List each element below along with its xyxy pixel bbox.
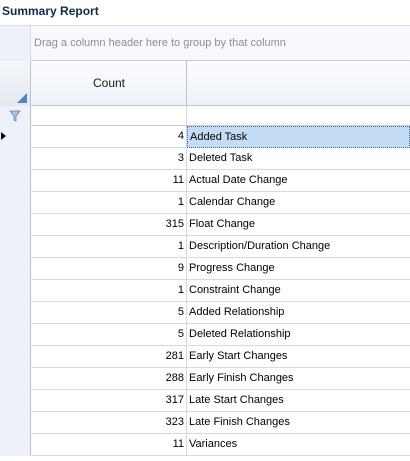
row-indicator[interactable]	[0, 324, 31, 346]
table-row[interactable]: 1 Description/Duration Change	[0, 236, 410, 258]
table-row[interactable]: 315 Float Change	[0, 214, 410, 236]
column-header-row: Count	[0, 61, 410, 106]
row-indicator[interactable]	[0, 434, 31, 456]
table-row[interactable]: 1 Constraint Change	[0, 280, 410, 302]
count-cell[interactable]: 5	[31, 324, 187, 346]
report-title: Summary Report	[2, 4, 99, 18]
count-cell[interactable]: 9	[31, 258, 187, 280]
filter-cell-description[interactable]	[187, 106, 410, 126]
column-header-description[interactable]	[187, 61, 410, 106]
count-cell[interactable]: 1	[31, 192, 187, 214]
count-cell[interactable]: 323	[31, 412, 187, 434]
description-cell[interactable]: Late Finish Changes	[187, 412, 410, 434]
current-row-arrow-icon	[1, 132, 6, 140]
count-cell[interactable]: 5	[31, 302, 187, 324]
table-row[interactable]: 4 Added Task	[0, 126, 410, 148]
count-cell[interactable]: 281	[31, 346, 187, 368]
filter-icon[interactable]	[9, 110, 21, 122]
description-cell[interactable]: Deleted Task	[187, 148, 410, 170]
description-cell[interactable]: Added Relationship	[187, 302, 410, 324]
count-cell[interactable]: 315	[31, 214, 187, 236]
description-cell[interactable]: Deleted Relationship	[187, 324, 410, 346]
group-by-panel[interactable]: Drag a column header here to group by th…	[0, 26, 410, 61]
filter-row	[0, 106, 410, 126]
row-indicator[interactable]	[0, 170, 31, 192]
description-cell[interactable]: Float Change	[187, 214, 410, 236]
row-indicator[interactable]	[0, 214, 31, 236]
description-cell[interactable]: Added Task	[187, 126, 410, 148]
group-panel-indicator	[0, 26, 31, 61]
column-header-count[interactable]: Count	[31, 61, 187, 106]
table-row[interactable]: 3 Deleted Task	[0, 148, 410, 170]
description-cell[interactable]: Constraint Change	[187, 280, 410, 302]
filter-row-indicator	[0, 106, 31, 126]
table-row[interactable]: 5 Deleted Relationship	[0, 324, 410, 346]
table-row[interactable]: 5 Added Relationship	[0, 302, 410, 324]
filter-cell-count[interactable]	[31, 106, 187, 126]
description-cell[interactable]: Late Start Changes	[187, 390, 410, 412]
count-cell[interactable]: 11	[31, 170, 187, 192]
row-indicator[interactable]	[0, 148, 31, 170]
count-cell[interactable]: 1	[31, 280, 187, 302]
description-cell[interactable]: Description/Duration Change	[187, 236, 410, 258]
column-header-count-label: Count	[92, 76, 126, 90]
row-indicator[interactable]	[0, 368, 31, 390]
description-cell[interactable]: Variances	[187, 434, 410, 456]
select-all-corner[interactable]	[0, 61, 31, 106]
count-cell[interactable]: 317	[31, 390, 187, 412]
row-indicator[interactable]	[0, 390, 31, 412]
count-cell[interactable]: 11	[31, 434, 187, 456]
row-indicator[interactable]	[0, 412, 31, 434]
table-row[interactable]: 11 Actual Date Change	[0, 170, 410, 192]
row-indicator[interactable]	[0, 280, 31, 302]
table-row[interactable]: 317 Late Start Changes	[0, 390, 410, 412]
description-cell[interactable]: Progress Change	[187, 258, 410, 280]
table-row[interactable]: 9 Progress Change	[0, 258, 410, 280]
description-cell[interactable]: Actual Date Change	[187, 170, 410, 192]
table-row[interactable]: 288 Early Finish Changes	[0, 368, 410, 390]
row-indicator[interactable]	[0, 236, 31, 258]
row-indicator[interactable]	[0, 192, 31, 214]
row-indicator[interactable]	[0, 302, 31, 324]
table-row[interactable]: 323 Late Finish Changes	[0, 412, 410, 434]
row-indicator[interactable]	[0, 258, 31, 280]
description-cell[interactable]: Early Finish Changes	[187, 368, 410, 390]
report-title-bar: Summary Report	[0, 0, 410, 26]
count-cell[interactable]: 3	[31, 148, 187, 170]
table-row[interactable]: 281 Early Start Changes	[0, 346, 410, 368]
table-row[interactable]: 1 Calendar Change	[0, 192, 410, 214]
description-cell[interactable]: Early Start Changes	[187, 346, 410, 368]
group-by-hint: Drag a column header here to group by th…	[34, 37, 286, 49]
count-cell[interactable]: 288	[31, 368, 187, 390]
count-cell[interactable]: 4	[31, 126, 187, 148]
row-indicator[interactable]	[0, 346, 31, 368]
corner-triangle-icon	[17, 93, 27, 103]
description-cell[interactable]: Calendar Change	[187, 192, 410, 214]
table-row[interactable]: 11 Variances	[0, 434, 410, 456]
row-indicator[interactable]	[0, 126, 31, 148]
count-cell[interactable]: 1	[31, 236, 187, 258]
